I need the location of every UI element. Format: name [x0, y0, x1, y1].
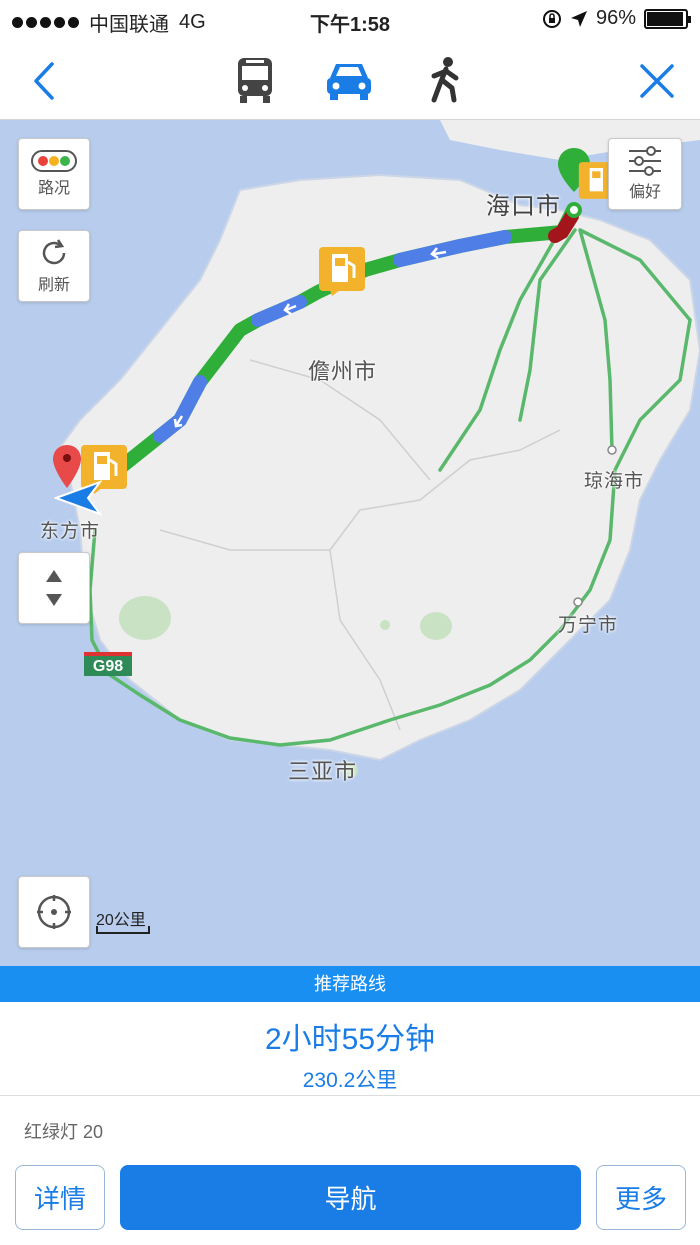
city-label-sanya: 三亚市: [288, 759, 358, 784]
refresh-icon: [42, 239, 66, 265]
current-location-arrow-icon: [54, 480, 102, 516]
route-overview-toggle[interactable]: [18, 552, 90, 624]
status-bar: 中国联通 4G 下午1:58 96%: [0, 0, 700, 40]
orientation-lock-icon: [542, 9, 561, 28]
expand-vertical-icon: [46, 570, 62, 606]
route-mode-bar: [0, 40, 700, 120]
battery-percentage: 96%: [595, 7, 636, 29]
traffic-light-icon: [31, 150, 77, 172]
preference-button-label: 偏好: [628, 184, 661, 201]
gas-station-icon: [319, 247, 365, 296]
recommended-route-label: 推荐路线: [0, 966, 700, 1002]
city-label-dongfang: 东方市: [40, 521, 101, 542]
traffic-button-label: 路况: [37, 180, 70, 197]
city-label-wanning: 万宁市: [558, 615, 619, 636]
crosshair-icon: [37, 895, 71, 929]
route-map[interactable]: 海口市 儋州市 琼海市 东方市 万宁市 三亚市 G98 路况 刷新 偏好 20公…: [0, 120, 700, 966]
route-distance: 230.2公里: [302, 1069, 398, 1092]
route-summary[interactable]: 2小时55分钟 230.2公里: [0, 1002, 700, 1096]
refresh-button-label: 刷新: [37, 277, 70, 294]
battery-icon: [644, 8, 691, 29]
locate-me-button[interactable]: [18, 876, 90, 948]
navigate-button[interactable]: 导航: [120, 1165, 581, 1230]
city-label-haikou: 海口市: [486, 193, 561, 220]
car-icon[interactable]: [322, 54, 376, 106]
sliders-icon: [629, 146, 661, 176]
more-button[interactable]: 更多: [596, 1165, 686, 1230]
chevron-left-icon[interactable]: [22, 58, 68, 104]
highway-shield: G98: [84, 652, 132, 676]
city-label-danzhou: 儋州市: [308, 359, 378, 384]
route-duration: 2小时55分钟: [264, 1023, 436, 1056]
preference-button[interactable]: 偏好: [608, 138, 682, 210]
bus-icon[interactable]: [228, 54, 282, 106]
walking-person-icon[interactable]: [418, 54, 472, 106]
close-icon[interactable]: [634, 58, 680, 104]
scale-bar: [96, 926, 150, 934]
city-label-qionghai: 琼海市: [584, 471, 645, 492]
refresh-button[interactable]: 刷新: [18, 230, 90, 302]
traffic-light-count: 红绿灯 20: [24, 1122, 104, 1142]
location-arrow-icon: [570, 10, 587, 27]
traffic-button[interactable]: 路况: [18, 138, 90, 210]
details-button[interactable]: 详情: [15, 1165, 105, 1230]
